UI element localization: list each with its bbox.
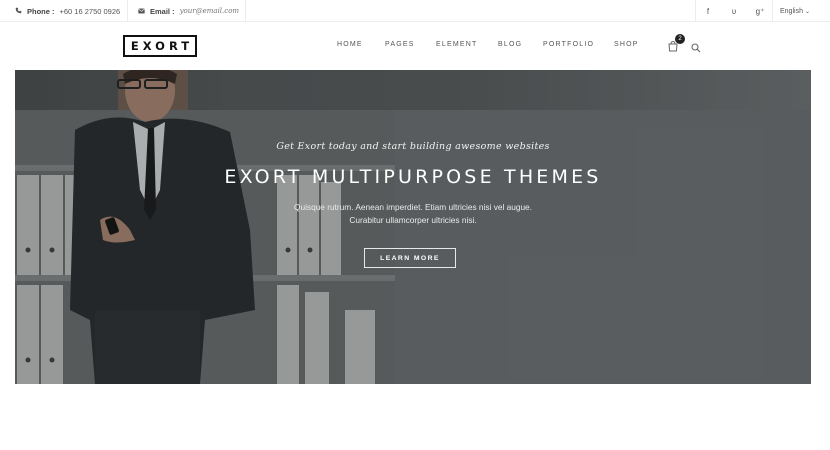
hero-description: Quisque rutrum. Aenean imperdiet. Etiam … bbox=[0, 201, 826, 227]
phone-value[interactable]: +60 16 2750 0926 bbox=[60, 7, 121, 16]
hero-banner bbox=[15, 70, 811, 384]
learn-more-button[interactable]: LEARN MORE bbox=[364, 248, 456, 268]
language-label: English bbox=[780, 7, 803, 15]
search-icon[interactable] bbox=[691, 40, 703, 53]
divider bbox=[772, 0, 773, 22]
nav-portfolio[interactable]: PORTFOLIO bbox=[543, 41, 594, 53]
hero-description-line: Quisque rutrum. Aenean imperdiet. Etiam … bbox=[294, 202, 532, 212]
cart-count-badge: 2 bbox=[675, 34, 685, 44]
email-value[interactable]: your@email.com bbox=[180, 7, 239, 15]
site-logo[interactable]: EXORT bbox=[123, 35, 197, 57]
twitter-icon[interactable]: ʋ bbox=[721, 0, 747, 22]
nav-pages[interactable]: PAGES bbox=[385, 41, 415, 53]
hero-overlay bbox=[15, 70, 811, 384]
chevron-down-icon: ⌄ bbox=[804, 8, 810, 15]
nav-shop[interactable]: SHOP bbox=[614, 41, 639, 53]
phone-icon bbox=[15, 7, 22, 16]
divider bbox=[127, 0, 128, 22]
phone-label: Phone : bbox=[27, 6, 55, 16]
facebook-icon[interactable]: f bbox=[695, 0, 721, 22]
hero-description-line: Curabitur ullamcorper ultricies nisi. bbox=[349, 215, 477, 225]
google-plus-icon[interactable]: g⁺ bbox=[747, 0, 773, 22]
phone-contact: Phone : +60 16 2750 0926 bbox=[15, 0, 120, 22]
hero-tagline: Get Exort today and start building aweso… bbox=[276, 141, 550, 152]
language-selector[interactable]: English ⌄ bbox=[780, 0, 810, 22]
nav-blog[interactable]: BLOG bbox=[498, 41, 522, 53]
hero-title: EXORT MULTIPURPOSE THEMES bbox=[224, 166, 602, 188]
email-contact: Email : your@email.com bbox=[138, 0, 239, 22]
email-label: Email : bbox=[150, 6, 175, 16]
top-bar: Phone : +60 16 2750 0926 Email : your@em… bbox=[0, 0, 830, 22]
divider bbox=[245, 0, 246, 22]
nav-element[interactable]: ELEMENT bbox=[436, 41, 477, 53]
envelope-icon bbox=[138, 7, 145, 16]
nav-home[interactable]: HOME bbox=[337, 41, 363, 53]
